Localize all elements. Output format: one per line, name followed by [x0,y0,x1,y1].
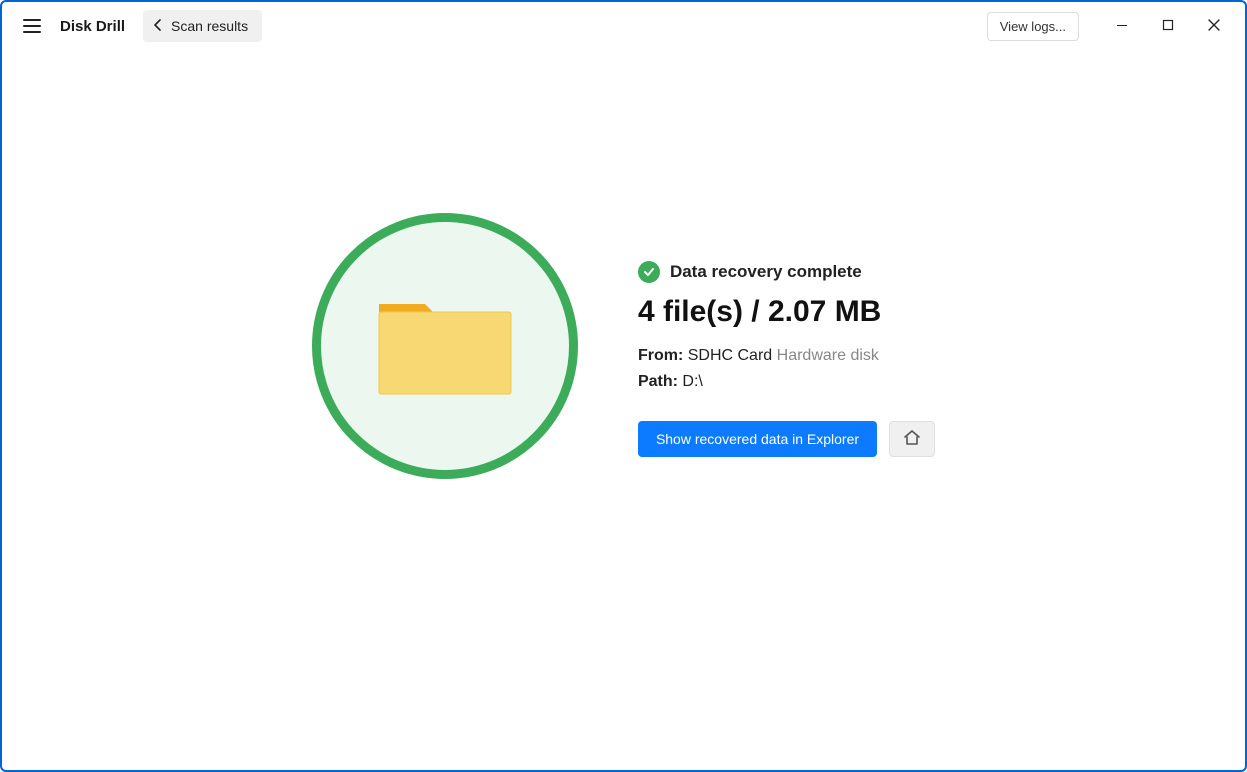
show-in-explorer-button[interactable]: Show recovered data in Explorer [638,421,877,457]
maximize-icon [1162,19,1174,34]
main-content: Data recovery complete 4 file(s) / 2.07 … [2,50,1245,770]
check-circle-icon [638,261,660,283]
back-label: Scan results [171,18,248,34]
from-label: From: [638,347,683,364]
titlebar-right: View logs... [987,10,1237,42]
result-summary: 4 file(s) / 2.07 MB [638,295,935,329]
action-row: Show recovered data in Explorer [638,421,935,457]
minimize-icon [1116,19,1128,34]
titlebar-left: Disk Drill Scan results [10,10,262,42]
titlebar: Disk Drill Scan results View logs... [2,2,1245,50]
close-button[interactable] [1191,10,1237,42]
maximize-button[interactable] [1145,10,1191,42]
status-row: Data recovery complete [638,261,935,283]
path-value: D:\ [682,373,702,390]
folder-icon [375,290,515,403]
home-button[interactable] [889,421,935,457]
result-panel: Data recovery complete 4 file(s) / 2.07 … [312,225,935,479]
close-icon [1208,19,1220,34]
from-value: SDHC Card [688,347,772,364]
from-detail: Hardware disk [777,347,879,364]
menu-button[interactable] [16,10,48,42]
result-info: Data recovery complete 4 file(s) / 2.07 … [638,225,935,457]
chevron-left-icon [153,18,163,34]
home-icon [902,428,922,451]
view-logs-button[interactable]: View logs... [987,12,1079,41]
status-text: Data recovery complete [670,262,862,282]
back-button[interactable]: Scan results [143,10,262,42]
minimize-button[interactable] [1099,10,1145,42]
folder-illustration [312,213,578,479]
app-title: Disk Drill [60,18,125,35]
path-row: Path: D:\ [638,373,935,391]
path-label: Path: [638,373,678,390]
from-row: From: SDHC Card Hardware disk [638,347,935,365]
